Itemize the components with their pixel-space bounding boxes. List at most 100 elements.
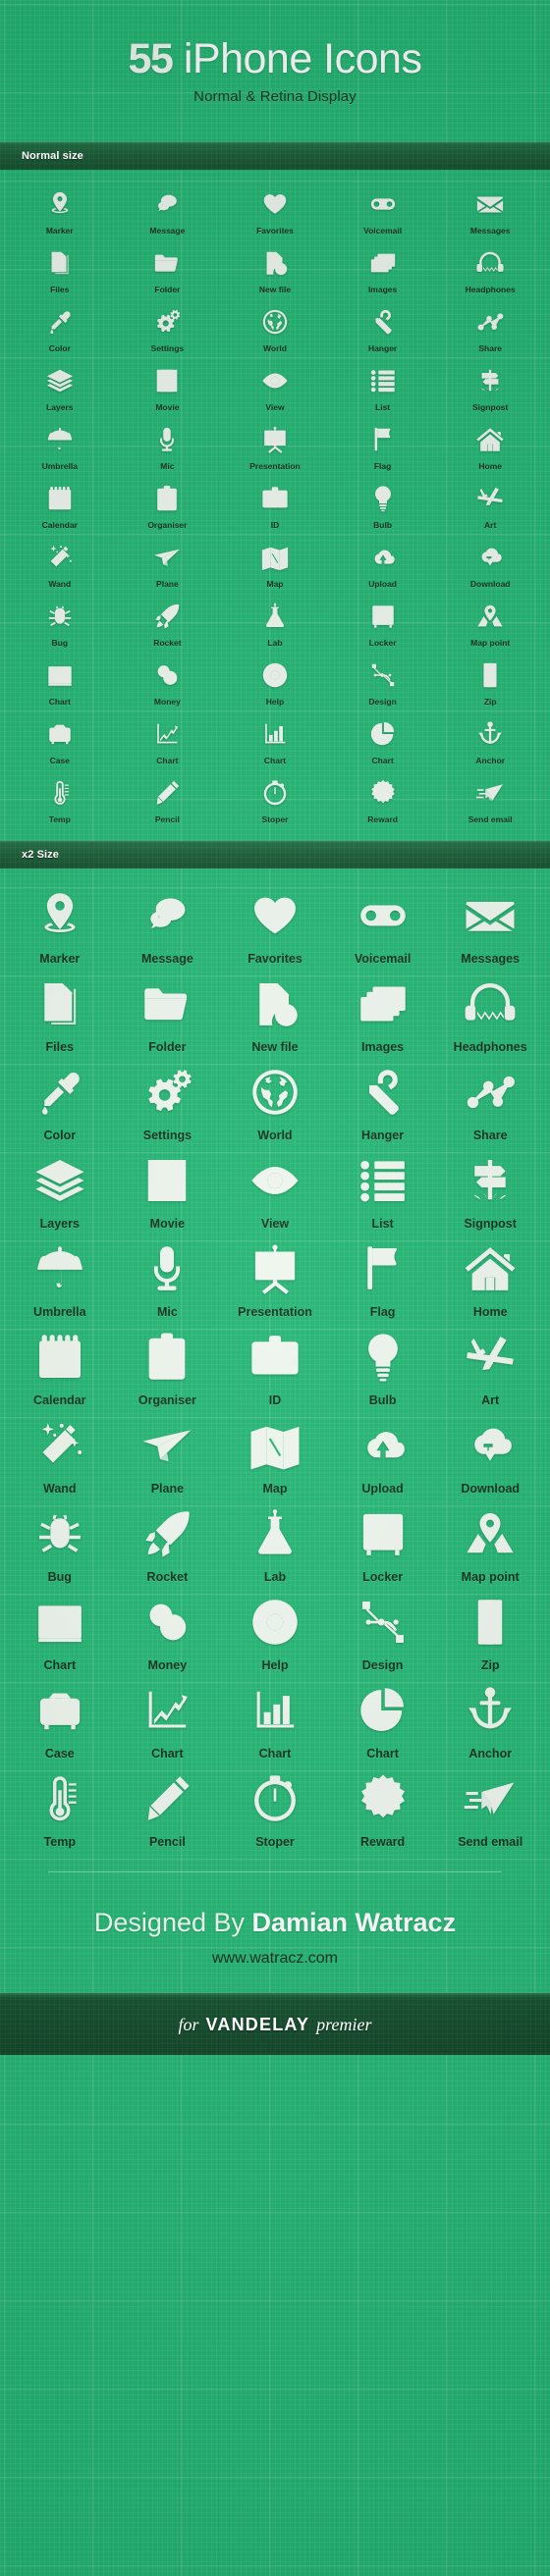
icon-cell[interactable]: Layers xyxy=(6,1149,114,1237)
icon-cell[interactable]: Images xyxy=(329,973,437,1061)
voicemail-icon[interactable] xyxy=(368,189,398,219)
icon-cell[interactable]: New file xyxy=(221,973,329,1061)
icon-cell[interactable]: Send email xyxy=(436,1767,544,1856)
layers-icon[interactable] xyxy=(45,366,75,395)
icon-cell[interactable]: Files xyxy=(6,973,114,1061)
icon-cell[interactable]: Temp xyxy=(6,1767,114,1856)
icon-cell[interactable]: Folder xyxy=(114,973,222,1061)
icon-cell[interactable]: Chart xyxy=(6,1591,114,1679)
icon-cell[interactable]: Zip xyxy=(436,1591,544,1679)
folded-map-icon[interactable] xyxy=(260,543,290,572)
icon-cell[interactable]: Plane xyxy=(114,1414,222,1502)
rocket-icon[interactable] xyxy=(139,1506,194,1561)
line-chart-frame-icon[interactable] xyxy=(45,660,75,690)
paper-plane-icon[interactable] xyxy=(139,1418,194,1473)
icon-cell[interactable]: 12 Calendar xyxy=(6,478,114,537)
icon-cell[interactable]: Locker xyxy=(329,596,437,655)
icon-cell[interactable]: Movie xyxy=(114,360,222,419)
icon-cell[interactable]: Favorites xyxy=(221,184,329,242)
folded-map-icon[interactable] xyxy=(248,1418,302,1473)
bar-graph-icon[interactable] xyxy=(260,719,290,749)
stopwatch-icon[interactable] xyxy=(260,778,290,808)
icon-cell[interactable]: World xyxy=(221,301,329,360)
icon-cell[interactable]: Help xyxy=(221,655,329,713)
zipper-icon[interactable] xyxy=(463,1595,518,1650)
calendar-icon[interactable]: 12 xyxy=(32,1330,87,1385)
map-pin-area-icon[interactable] xyxy=(475,602,505,631)
icon-cell[interactable]: Organiser xyxy=(114,478,222,537)
icon-cell[interactable]: Reward xyxy=(329,772,437,831)
icon-cell[interactable]: Mic xyxy=(114,419,222,478)
icon-cell[interactable]: ID xyxy=(221,478,329,537)
map-marker-icon[interactable] xyxy=(32,888,87,943)
icon-cell[interactable]: List xyxy=(329,360,437,419)
new-file-plus-icon[interactable] xyxy=(260,248,290,278)
icon-cell[interactable]: Color xyxy=(6,1061,114,1149)
icon-cell[interactable]: Stoper xyxy=(221,1767,329,1856)
layers-icon[interactable] xyxy=(32,1153,87,1208)
icon-cell[interactable]: Signpost xyxy=(436,360,544,419)
icon-cell[interactable]: Money xyxy=(114,1591,222,1679)
globe-icon[interactable] xyxy=(260,307,290,337)
documents-icon[interactable] xyxy=(45,248,75,278)
bezier-path-icon[interactable] xyxy=(356,1595,411,1650)
icon-cell[interactable]: Chart xyxy=(221,713,329,772)
line-chart-frame-icon[interactable] xyxy=(32,1595,87,1650)
lightbulb-icon[interactable] xyxy=(368,484,398,513)
eye-icon[interactable] xyxy=(248,1153,302,1208)
heart-icon[interactable] xyxy=(260,189,290,219)
icon-cell[interactable]: Chart xyxy=(221,1679,329,1767)
cabinet-icon[interactable] xyxy=(356,1506,411,1561)
icon-cell[interactable]: Chart xyxy=(6,655,114,713)
icon-cell[interactable]: Color xyxy=(6,301,114,360)
cabinet-icon[interactable] xyxy=(368,602,398,631)
icon-cell[interactable]: Movie xyxy=(114,1149,222,1237)
magic-wand-icon[interactable] xyxy=(32,1418,87,1473)
id-card-icon[interactable] xyxy=(260,484,290,513)
icon-cell[interactable]: Zip xyxy=(436,655,544,713)
line-graph-icon[interactable] xyxy=(139,1683,194,1738)
icon-cell[interactable]: List xyxy=(329,1149,437,1237)
cloud-download-icon[interactable] xyxy=(475,543,505,572)
envelope-icon[interactable] xyxy=(463,888,518,943)
icon-cell[interactable]: Locker xyxy=(329,1502,437,1591)
icon-cell[interactable]: Home xyxy=(436,1237,544,1326)
icon-cell[interactable]: Presentation xyxy=(221,1237,329,1326)
signpost-icon[interactable] xyxy=(463,1153,518,1208)
folder-icon[interactable] xyxy=(152,248,182,278)
art-tools-icon[interactable] xyxy=(475,484,505,513)
send-email-icon[interactable] xyxy=(475,778,505,808)
icon-cell[interactable]: Upload xyxy=(329,537,437,596)
headphones-icon[interactable] xyxy=(463,976,518,1031)
icon-cell[interactable]: Voicemail xyxy=(329,184,437,242)
dollar-badge-icon[interactable] xyxy=(368,778,398,808)
icon-cell[interactable]: Send email xyxy=(436,772,544,831)
icon-cell[interactable]: Hanger xyxy=(329,1061,437,1149)
icon-cell[interactable]: Bulb xyxy=(329,478,437,537)
icon-cell[interactable]: Reward xyxy=(329,1767,437,1856)
life-ring-icon[interactable] xyxy=(248,1595,302,1650)
icon-cell[interactable]: Marker xyxy=(6,884,114,973)
icon-cell[interactable]: Download xyxy=(436,537,544,596)
coins-dollar-icon[interactable] xyxy=(139,1595,194,1650)
icon-cell[interactable]: Anchor xyxy=(436,1679,544,1767)
icon-cell[interactable]: Files xyxy=(6,242,114,301)
price-tag-icon[interactable] xyxy=(368,307,398,337)
cloud-upload-icon[interactable] xyxy=(368,543,398,572)
icon-cell[interactable]: View xyxy=(221,360,329,419)
icon-cell[interactable]: Map point xyxy=(436,596,544,655)
icon-cell[interactable]: Wand xyxy=(6,537,114,596)
icon-cell[interactable]: Settings xyxy=(114,301,222,360)
life-ring-icon[interactable] xyxy=(260,660,290,690)
flask-icon[interactable] xyxy=(260,602,290,631)
icon-cell[interactable]: Umbrella xyxy=(6,1237,114,1326)
dollar-badge-icon[interactable] xyxy=(356,1771,411,1826)
new-file-plus-icon[interactable] xyxy=(248,976,302,1031)
share-nodes-icon[interactable] xyxy=(475,307,505,337)
id-card-icon[interactable] xyxy=(248,1330,302,1385)
icon-cell[interactable]: Settings xyxy=(114,1061,222,1149)
bar-graph-icon[interactable] xyxy=(248,1683,302,1738)
anchor-icon[interactable] xyxy=(475,719,505,749)
icon-cell[interactable]: View xyxy=(221,1149,329,1237)
icon-cell[interactable]: Lab xyxy=(221,1502,329,1591)
